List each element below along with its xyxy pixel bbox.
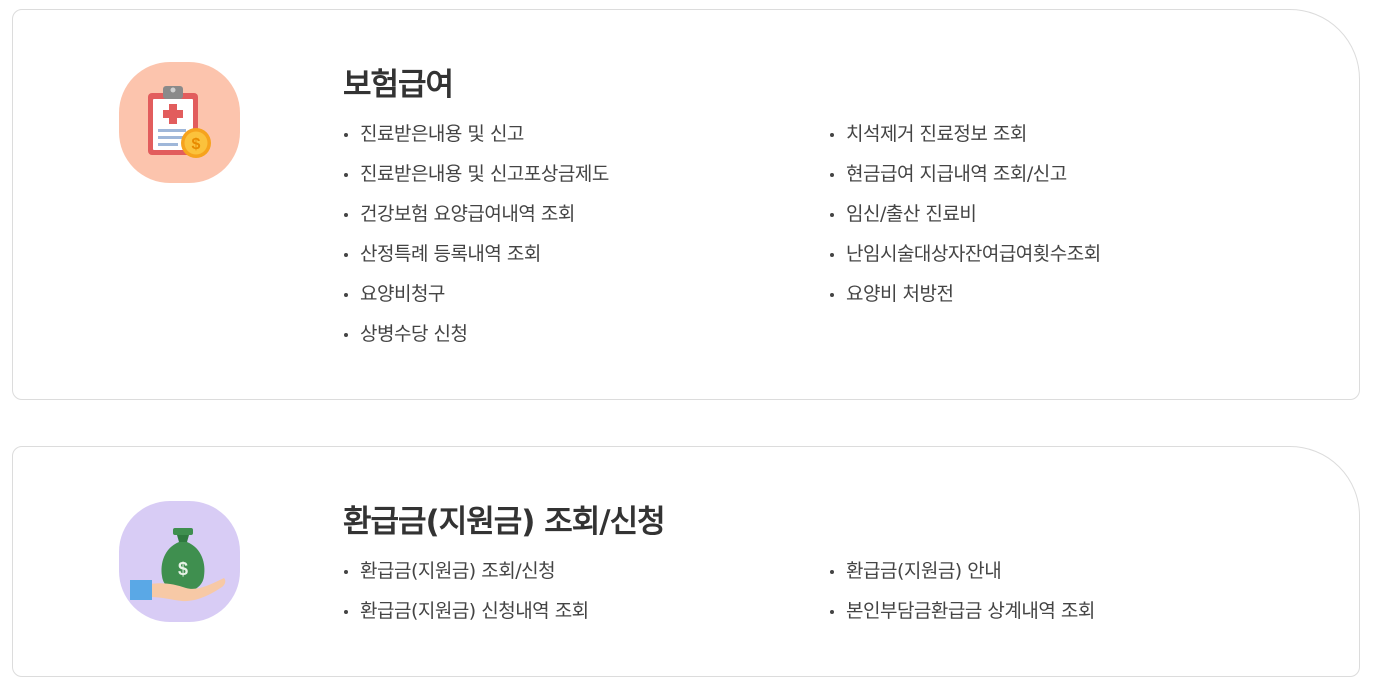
menu-item-special-case-registration[interactable]: 산정특례 등록내역 조회 [343, 234, 609, 274]
menu-item-scaling-info[interactable]: 치석제거 진료정보 조회 [829, 114, 1101, 154]
refund-menu-left: 환급금(지원금) 조회/신청 환급금(지원금) 신청내역 조회 [343, 551, 589, 631]
menu-item-sickness-allowance[interactable]: 상병수당 신청 [343, 314, 609, 354]
menu-item-care-benefit-history[interactable]: 건강보험 요양급여내역 조회 [343, 194, 609, 234]
svg-text:$: $ [177, 559, 187, 579]
menu-item-refund-history[interactable]: 환급금(지원금) 신청내역 조회 [343, 591, 589, 631]
menu-item-treatment-reward[interactable]: 진료받은내용 및 신고포상금제도 [343, 154, 609, 194]
menu-item-infertility-remaining[interactable]: 난임시술대상자잔여급여횟수조회 [829, 234, 1101, 274]
insurance-menu-left: 진료받은내용 및 신고 진료받은내용 및 신고포상금제도 건강보험 요양급여내역… [343, 114, 609, 354]
menu-item-copay-offset-history[interactable]: 본인부담금환급금 상계내역 조회 [829, 591, 1095, 631]
insurance-benefits-card: $ 보험급여 진료받은내용 및 신고 진료받은내용 및 신고포상금제도 건강보험… [12, 9, 1360, 400]
menu-item-refund-guide[interactable]: 환급금(지원금) 안내 [829, 551, 1095, 591]
menu-item-care-prescription[interactable]: 요양비 처방전 [829, 274, 1101, 314]
refund-card: $ 환급금(지원금) 조회/신청 환급금(지원금) 조회/신청 환급금(지원금)… [12, 446, 1360, 677]
svg-text:$: $ [191, 136, 200, 153]
menu-item-care-cost-claim[interactable]: 요양비청구 [343, 274, 609, 314]
menu-item-treatment-report[interactable]: 진료받은내용 및 신고 [343, 114, 609, 154]
insurance-benefits-title: 보험급여 [343, 67, 454, 103]
clipboard-coin-icon: $ [119, 62, 240, 183]
refund-title: 환급금(지원금) 조회/신청 [343, 504, 666, 540]
refund-menu-right: 환급금(지원금) 안내 본인부담금환급금 상계내역 조회 [829, 551, 1095, 631]
menu-item-cash-benefit-history[interactable]: 현금급여 지급내역 조회/신고 [829, 154, 1101, 194]
money-bag-hand-icon: $ [119, 501, 240, 622]
insurance-menu-right: 치석제거 진료정보 조회 현금급여 지급내역 조회/신고 임신/출산 진료비 난… [829, 114, 1101, 314]
menu-item-refund-apply[interactable]: 환급금(지원금) 조회/신청 [343, 551, 589, 591]
menu-item-pregnancy-cost[interactable]: 임신/출산 진료비 [829, 194, 1101, 234]
